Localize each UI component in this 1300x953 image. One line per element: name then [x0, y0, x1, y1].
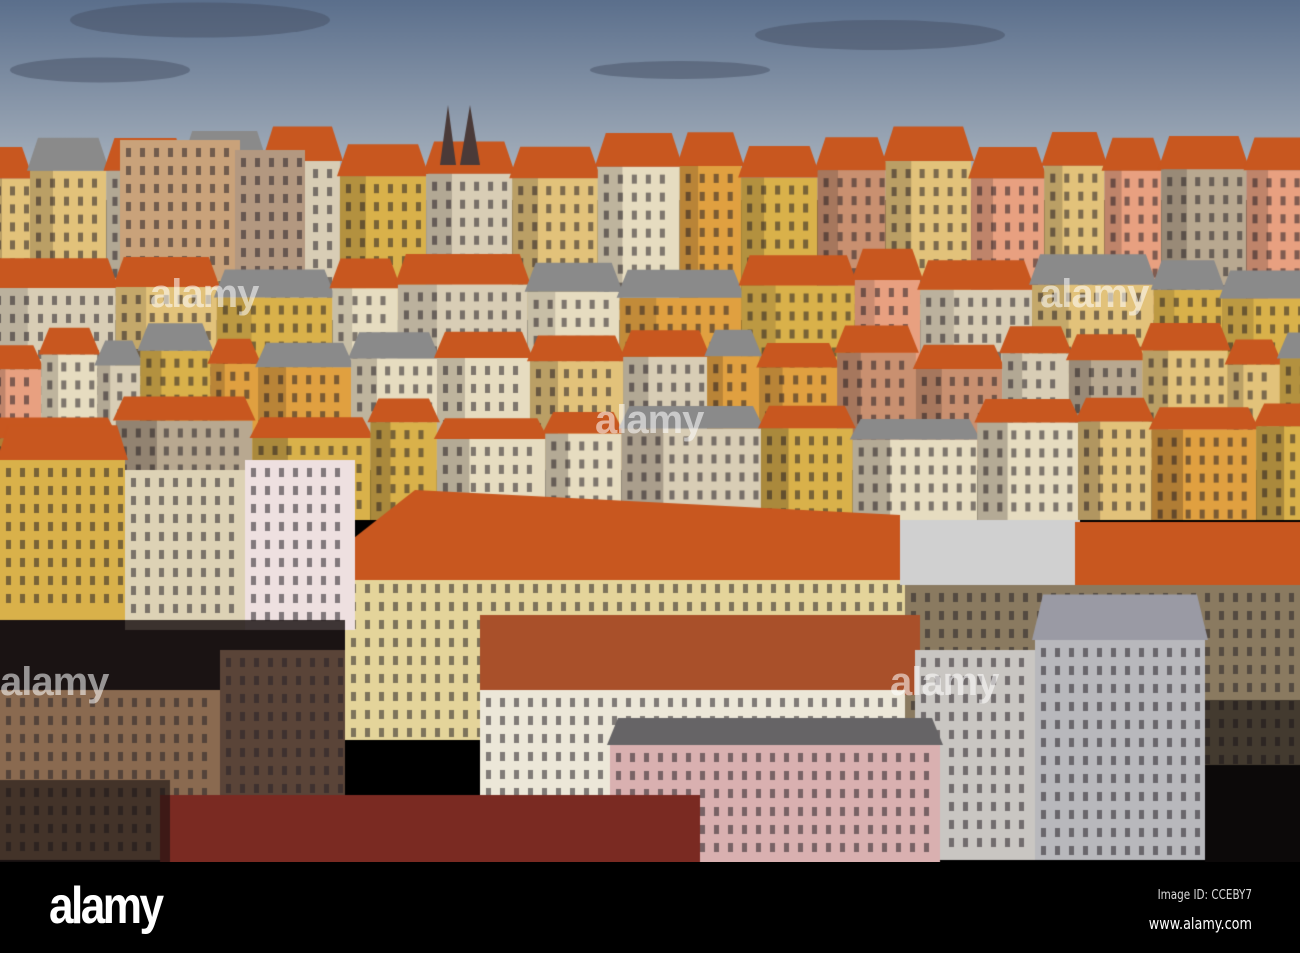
alamy-logo: alamy — [49, 877, 164, 935]
watermark: alamy — [150, 272, 259, 316]
footer-bar: alamy Image ID: CCEBY7 www.alamy.com — [0, 862, 1300, 953]
watermark: alamy — [1040, 272, 1149, 316]
website-link: www.alamy.com — [1148, 914, 1252, 933]
image-id: Image ID: CCEBY7 — [1157, 888, 1252, 903]
watermark: alamy — [595, 398, 704, 442]
stock-photo: alamy alamy alamy alamy alamy alamy Imag… — [0, 0, 1300, 953]
watermark: alamy — [890, 660, 999, 704]
watermark: alamy — [0, 660, 109, 704]
